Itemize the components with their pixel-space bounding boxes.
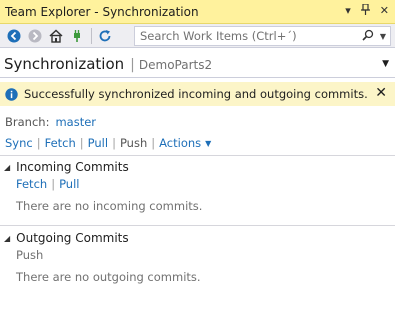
- pull-link[interactable]: Pull: [88, 136, 108, 150]
- back-arrow-icon: [7, 29, 21, 42]
- push-label: Push: [119, 136, 148, 150]
- plug-icon: [74, 29, 80, 42]
- section-divider: [0, 225, 395, 226]
- search-placeholder: Search Work Items (Ctrl+´): [140, 29, 297, 43]
- page-dropdown-icon[interactable]: ▼: [382, 59, 389, 69]
- collapse-caret-icon[interactable]: ◢: [4, 234, 10, 243]
- refresh-button[interactable]: [95, 26, 115, 46]
- refresh-icon: [99, 29, 111, 41]
- info-icon: [5, 87, 18, 101]
- pin-icon[interactable]: [360, 3, 370, 18]
- section-divider: [0, 155, 395, 156]
- incoming-fetch-link[interactable]: Fetch: [16, 177, 47, 191]
- incoming-commits-header[interactable]: ◢ Incoming Commits: [4, 160, 384, 174]
- link-separator: |: [79, 136, 84, 150]
- link-separator: |: [36, 136, 41, 150]
- info-bar: Successfully synchronized incoming and o…: [0, 82, 395, 106]
- outgoing-commits-title: Outgoing Commits: [16, 231, 129, 245]
- outgoing-empty-message: There are no outgoing commits.: [16, 270, 201, 284]
- home-button[interactable]: [46, 26, 66, 46]
- home-icon: [49, 28, 63, 43]
- incoming-links: Fetch | Pull: [16, 177, 384, 191]
- branch-label: Branch:: [5, 115, 50, 129]
- fetch-link[interactable]: Fetch: [45, 136, 76, 150]
- forward-arrow-icon: [28, 29, 42, 42]
- toolbar: Search Work Items (Ctrl+´) ▼: [0, 24, 395, 48]
- branch-row: Branch: master: [5, 115, 96, 129]
- collapse-caret-icon[interactable]: ◢: [4, 163, 10, 172]
- sync-actions: Sync | Fetch | Pull | Push | Actions ▼: [5, 136, 211, 150]
- incoming-commits-title: Incoming Commits: [16, 160, 129, 174]
- search-icon[interactable]: [362, 29, 374, 44]
- header-separator: |: [130, 57, 135, 73]
- outgoing-links: Push: [16, 248, 384, 262]
- incoming-empty-message: There are no incoming commits.: [16, 199, 203, 213]
- outgoing-commits-header[interactable]: ◢ Outgoing Commits: [4, 231, 384, 245]
- outgoing-commits-section: ◢ Outgoing Commits Push There are no out…: [4, 231, 384, 284]
- back-button[interactable]: [4, 26, 24, 46]
- incoming-pull-link[interactable]: Pull: [59, 177, 79, 191]
- actions-menu-link[interactable]: Actions: [159, 136, 201, 150]
- actions-dropdown-icon[interactable]: ▼: [205, 139, 211, 148]
- toolbar-separator: [91, 27, 92, 44]
- window-controls: ▾ ✕: [345, 3, 389, 18]
- project-name: DemoParts2: [138, 58, 213, 72]
- page-header: Synchronization | DemoParts2 ▼: [0, 50, 395, 78]
- info-close-icon[interactable]: ✕: [375, 85, 387, 101]
- search-dropdown-icon[interactable]: ▼: [380, 32, 386, 41]
- outgoing-push-label: Push: [16, 248, 44, 262]
- close-icon[interactable]: ✕: [380, 4, 389, 18]
- connect-button[interactable]: [67, 26, 87, 46]
- info-message: Successfully synchronized incoming and o…: [24, 87, 368, 101]
- window-title: Team Explorer - Synchronization: [5, 4, 199, 19]
- sync-link[interactable]: Sync: [5, 136, 33, 150]
- link-separator: |: [51, 177, 56, 191]
- incoming-commits-section: ◢ Incoming Commits Fetch | Pull There ar…: [4, 160, 384, 213]
- title-bar: Team Explorer - Synchronization ▾ ✕: [0, 0, 395, 24]
- search-input[interactable]: Search Work Items (Ctrl+´) ▼: [134, 26, 391, 46]
- page-title[interactable]: Synchronization: [4, 55, 124, 73]
- dropdown-icon[interactable]: ▾: [345, 4, 351, 18]
- forward-button[interactable]: [25, 26, 45, 46]
- branch-link[interactable]: master: [55, 115, 96, 129]
- link-separator: |: [151, 136, 156, 150]
- link-separator: |: [112, 136, 116, 150]
